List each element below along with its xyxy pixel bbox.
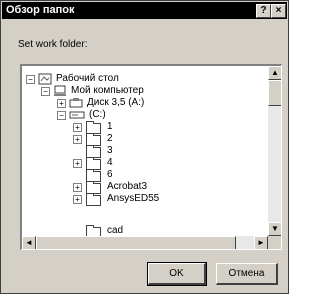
tree-item-label: 1 (107, 121, 113, 132)
tree-item-label: 3 (107, 145, 113, 156)
tree-item-floppy-a[interactable]: + Диск 3,5 (A:) (57, 97, 257, 109)
folder-icon (86, 193, 101, 206)
tree-item-folder-acrobat3[interactable]: + Acrobat3 (73, 181, 253, 194)
tree-item-folder-ansysed55[interactable]: + AnsysED55 (73, 193, 253, 206)
tree-item-my-computer[interactable]: − Мой компьютер (41, 85, 241, 97)
vertical-scrollbar[interactable]: ▲ ▼ (268, 66, 281, 236)
tree-item-label: 2 (107, 133, 113, 144)
expand-toggle[interactable]: + (57, 99, 66, 108)
tree-item-folder-3[interactable]: 3 (73, 145, 253, 158)
hard-drive-icon (69, 109, 85, 121)
tree-item-label: Acrobat3 (107, 181, 148, 192)
folder-tree[interactable]: − Рабочий стол − Мой компьютер + Диск 3,… (20, 64, 282, 250)
vertical-scroll-thumb[interactable] (268, 80, 281, 106)
expand-toggle[interactable]: + (73, 195, 82, 204)
collapse-toggle[interactable]: − (41, 87, 50, 96)
expand-toggle[interactable]: + (73, 123, 82, 132)
tree-item-folder-2[interactable]: + 2 (73, 133, 253, 146)
scroll-left-button[interactable]: ◄ (22, 236, 36, 249)
desktop-icon (38, 73, 52, 85)
scroll-down-button[interactable]: ▼ (268, 222, 281, 236)
tree-item-label: Рабочий стол (56, 73, 119, 84)
cancel-button[interactable]: Отмена (216, 263, 278, 285)
horizontal-scrollbar[interactable]: ◄ ► (22, 236, 268, 249)
tree-item-folder-4[interactable]: + 4 (73, 157, 253, 170)
title-bar[interactable]: Обзор папок ? × (2, 2, 287, 19)
tree-item-label: Мой компьютер (71, 85, 144, 96)
tree-item-drive-c[interactable]: − (C:) (57, 109, 257, 121)
tree-item-label: (C:) (89, 109, 106, 120)
dialog-title: Обзор папок (6, 4, 75, 16)
tree-item-folder-6[interactable]: 6 (73, 169, 253, 182)
tree-item-label: AnsysED55 (107, 193, 160, 204)
collapse-toggle[interactable]: − (26, 75, 35, 84)
prompt-text: Set work folder: (18, 39, 88, 50)
scrollbar-corner (268, 236, 281, 249)
close-button[interactable]: × (271, 4, 286, 18)
tree-item-label: Диск 3,5 (A:) (87, 97, 145, 108)
horizontal-scroll-thumb[interactable] (36, 236, 236, 249)
help-button[interactable]: ? (256, 4, 271, 18)
ok-button[interactable]: OK (147, 262, 207, 286)
browse-folder-dialog: Обзор папок ? × Set work folder: − Рабоч… (0, 0, 289, 294)
computer-icon (53, 85, 67, 97)
scroll-right-button[interactable]: ► (254, 236, 268, 249)
floppy-drive-icon (69, 97, 83, 109)
tree-item-folder-1[interactable]: + 1 (73, 121, 253, 134)
tree-item-label: 6 (107, 169, 113, 180)
tree-item-label: 4 (107, 157, 113, 168)
expand-toggle[interactable]: + (73, 135, 82, 144)
expand-toggle[interactable]: + (73, 183, 82, 192)
collapse-toggle[interactable]: − (57, 111, 66, 120)
scroll-up-button[interactable]: ▲ (268, 66, 281, 80)
tree-item-desktop[interactable]: − Рабочий стол (26, 73, 226, 85)
expand-toggle[interactable]: + (73, 159, 82, 168)
